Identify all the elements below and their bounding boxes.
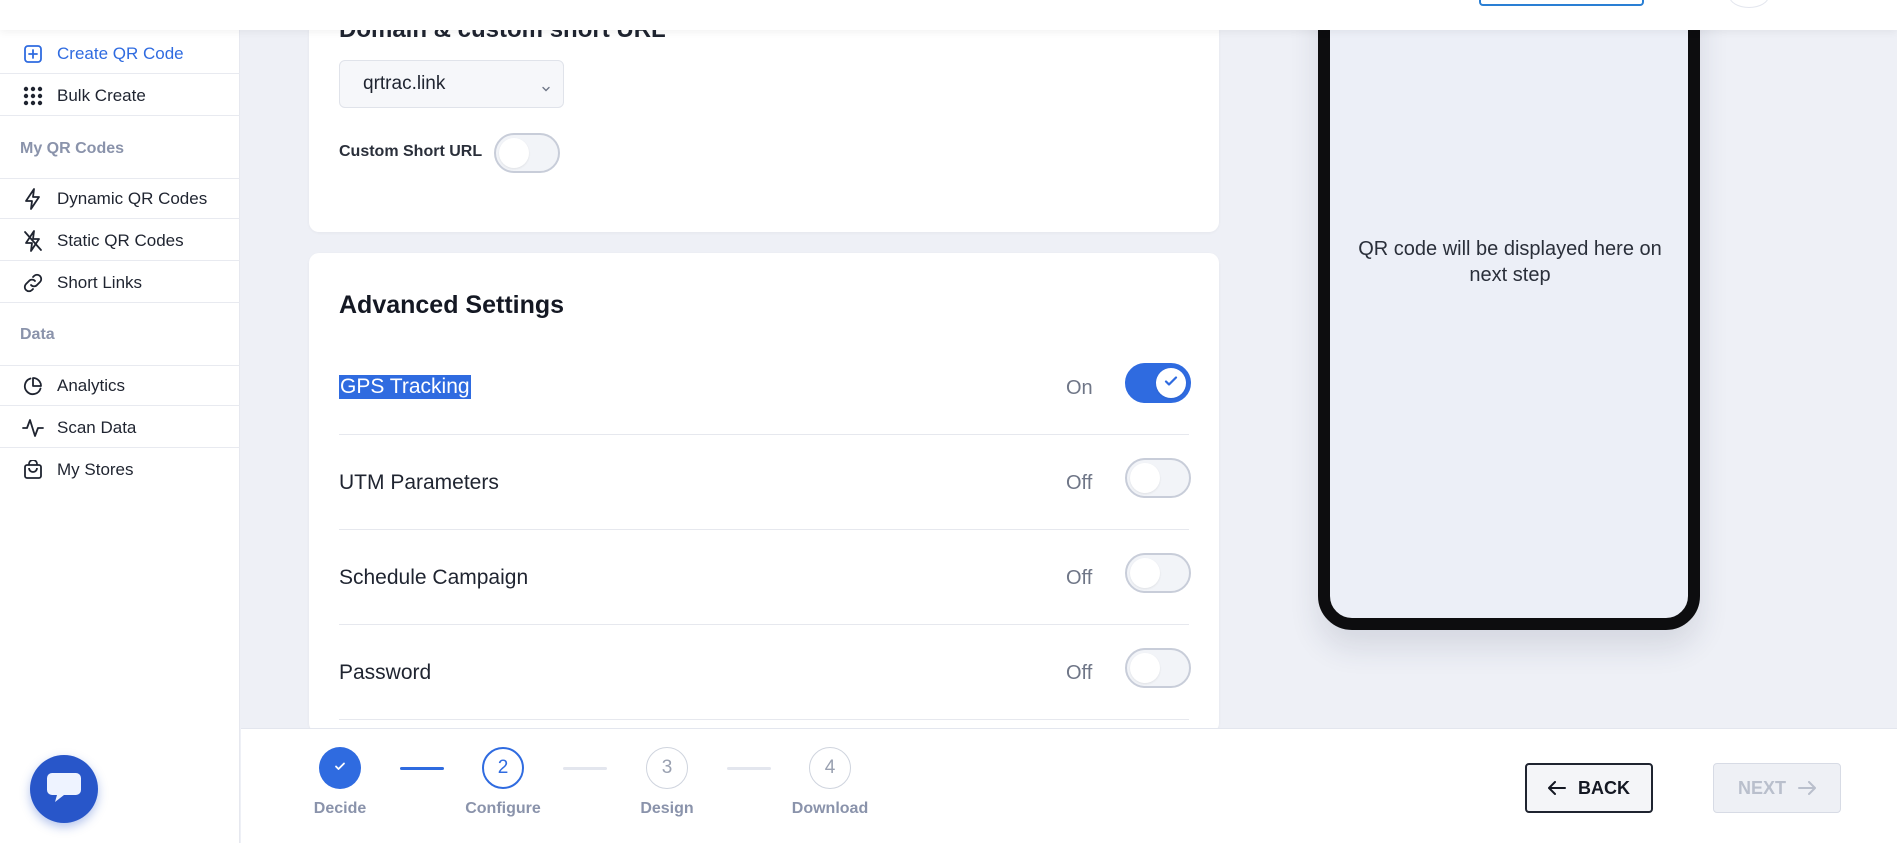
top-header [0, 0, 1897, 30]
sidebar-item-dynamic-qr-codes[interactable]: Dynamic QR Codes [0, 179, 240, 219]
domain-select[interactable]: qrtrac.link [339, 60, 564, 108]
step-4-label: Download [791, 800, 869, 817]
chat-icon [45, 770, 83, 809]
sidebar-item-label: Analytics [57, 375, 126, 395]
step-3-circle[interactable]: 3 [646, 747, 688, 789]
lightning-icon [22, 187, 44, 210]
sidebar-item-static-qr-codes[interactable]: Static QR Codes [0, 221, 240, 261]
setting-label: Schedule Campaign [339, 566, 529, 589]
sidebar-item-label: Bulk Create [57, 85, 146, 105]
section-label-my-qr-codes: My QR Codes [20, 140, 125, 157]
toggle-knob [499, 138, 529, 168]
activity-icon [22, 417, 44, 439]
plus-square-icon [22, 43, 44, 65]
step-1-circle[interactable] [319, 747, 361, 789]
next-label: NEXT [1737, 777, 1786, 798]
arrow-right-icon [1798, 781, 1816, 795]
setting-state: Off [1066, 662, 1093, 684]
sidebar-item-label: Static QR Codes [57, 230, 184, 250]
avatar[interactable] [1729, 0, 1769, 8]
utm-parameters-toggle[interactable] [1125, 458, 1191, 498]
toggle-knob [1130, 558, 1160, 588]
setting-state: Off [1066, 567, 1093, 589]
schedule-campaign-toggle[interactable] [1125, 553, 1191, 593]
next-button[interactable]: NEXT [1713, 763, 1841, 813]
sidebar-item-label: My Stores [57, 460, 134, 479]
setting-row-schedule-campaign: Schedule Campaign Off [339, 530, 1191, 625]
domain-value: qrtrac.link [363, 73, 446, 94]
step-connector [563, 767, 607, 770]
password-toggle[interactable] [1125, 648, 1191, 688]
sidebar-item-label: Dynamic QR Codes [57, 188, 208, 208]
section-label-data: Data [20, 326, 55, 343]
toggle-knob [1130, 653, 1160, 683]
check-icon [333, 757, 347, 779]
back-label: BACK [1578, 777, 1630, 798]
sidebar-item-create-qr-code[interactable]: Create QR Code [0, 34, 240, 74]
preview-message: QR code will be displayed here on next s… [1358, 238, 1662, 286]
step-3-label: Design [640, 800, 694, 817]
gps-tracking-toggle[interactable] [1125, 363, 1191, 403]
sidebar-item-label: Short Links [57, 272, 143, 292]
phone-preview: QR code will be displayed here on next s… [1318, 0, 1700, 630]
step-connector [727, 767, 771, 770]
sidebar: Create QR Code Bulk Create My QR Codes D… [0, 0, 240, 843]
sidebar-item-label: Create QR Code [57, 43, 184, 63]
back-button[interactable]: BACK [1525, 763, 1653, 813]
header-button[interactable] [1479, 0, 1644, 6]
step-connector [400, 767, 444, 770]
check-icon [1163, 373, 1179, 394]
stepper-bar: Decide 2 Configure 3 Design 4 Download B… [241, 728, 1897, 843]
step-1-label: Decide [313, 800, 367, 817]
setting-row-gps-tracking: GPS Tracking On [339, 340, 1191, 435]
custom-short-url-toggle[interactable] [494, 133, 560, 173]
setting-label: Password [339, 661, 432, 684]
shopping-bag-icon [22, 459, 44, 481]
chevron-down-icon [541, 78, 551, 100]
step-2-circle[interactable]: 2 [482, 747, 524, 789]
chat-button[interactable] [30, 755, 98, 823]
setting-row-utm-parameters: UTM Parameters Off [339, 435, 1191, 530]
setting-row-password: Password Off [339, 625, 1191, 720]
lightning-off-icon [22, 229, 44, 252]
link-icon [22, 272, 44, 294]
domain-card: Domain & custom short URL qrtrac.link Cu… [309, 0, 1219, 232]
toggle-knob [1130, 463, 1160, 493]
setting-state: Off [1066, 472, 1093, 494]
sidebar-item-short-links[interactable]: Short Links [0, 263, 240, 303]
sidebar-item-bulk-create[interactable]: Bulk Create [0, 76, 240, 116]
sidebar-item-my-stores[interactable]: My Stores [0, 450, 240, 490]
custom-short-url-label: Custom Short URL [339, 143, 483, 160]
pie-chart-icon [22, 375, 44, 397]
toggle-knob [1156, 368, 1186, 398]
sidebar-item-label: Scan Data [57, 417, 137, 437]
sidebar-item-scan-data[interactable]: Scan Data [0, 408, 240, 448]
arrow-left-icon [1548, 781, 1566, 795]
advanced-settings-title: Advanced Settings [339, 291, 565, 319]
step-4-circle[interactable]: 4 [809, 747, 851, 789]
setting-state: On [1066, 377, 1093, 399]
setting-label: UTM Parameters [339, 471, 499, 494]
sidebar-item-analytics[interactable]: Analytics [0, 366, 240, 406]
advanced-settings-card: Advanced Settings GPS Tracking On UTM Pa… [309, 253, 1219, 733]
step-2-label: Configure [465, 800, 541, 817]
grid-dots-icon [22, 85, 44, 107]
setting-label: GPS Tracking [339, 375, 471, 399]
